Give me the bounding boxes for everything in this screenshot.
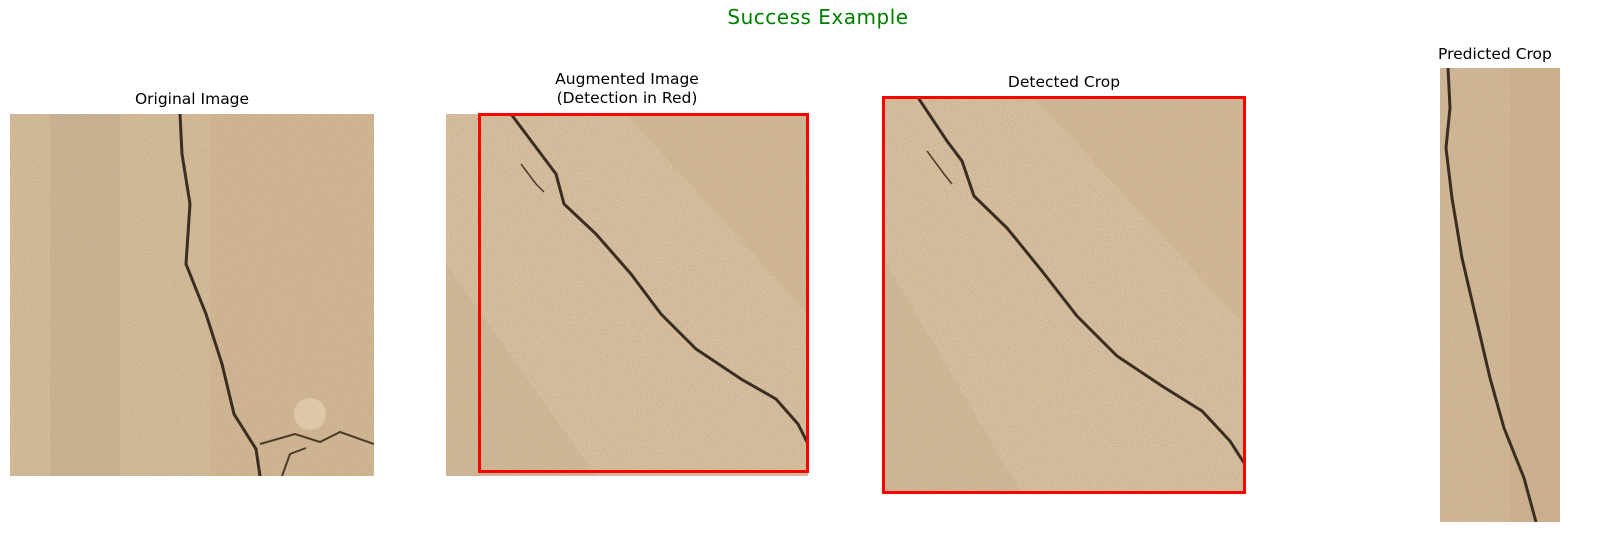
- panel-title-detected-crop: Detected Crop: [1007, 73, 1121, 91]
- figure-suptitle: Success Example: [727, 5, 909, 29]
- panel-title-augmented: Augmented Image (Detection in Red): [555, 70, 699, 107]
- panel-title-original: Original Image: [134, 90, 250, 108]
- original-image: [10, 114, 374, 476]
- panel-title-predicted-crop: Predicted Crop: [1438, 45, 1552, 63]
- detected-crop-image: [882, 96, 1246, 494]
- augmented-image: [446, 114, 808, 476]
- predicted-crop-image: [1440, 68, 1560, 522]
